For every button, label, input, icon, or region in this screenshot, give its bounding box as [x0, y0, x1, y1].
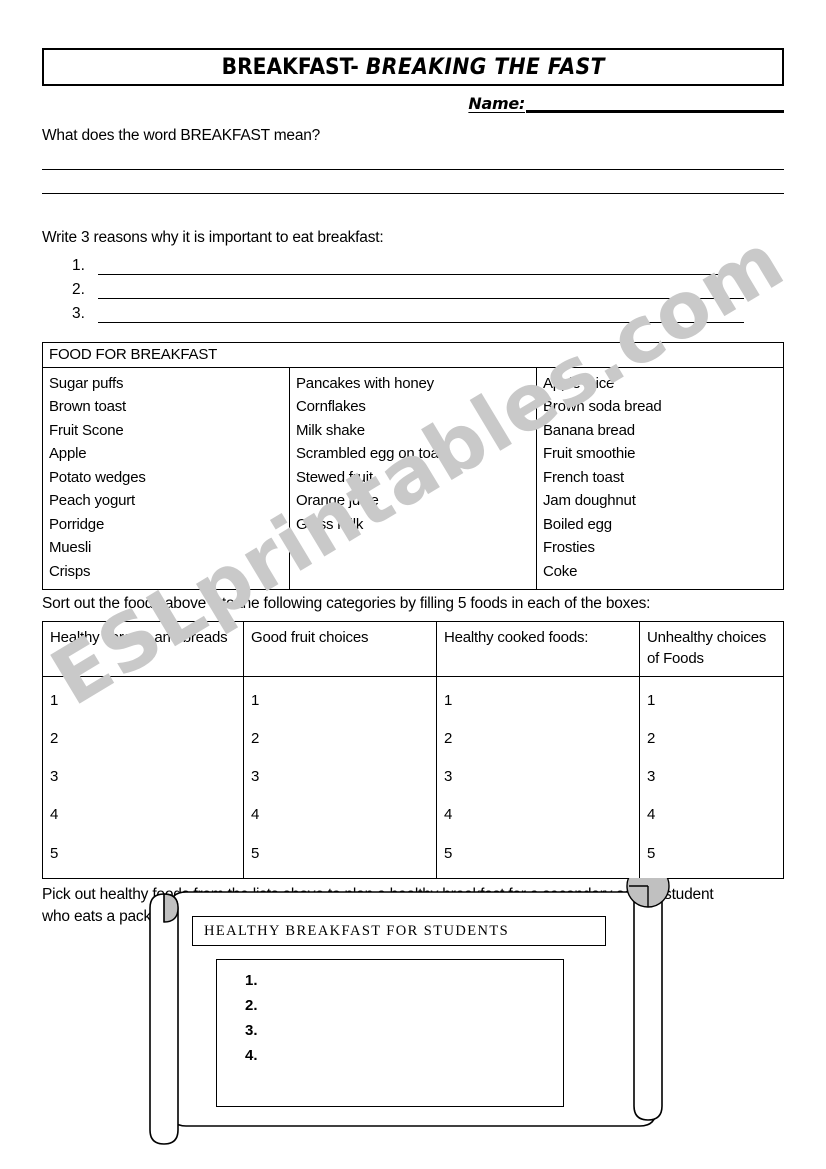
scroll-list-number: 2.: [245, 996, 258, 1014]
question-2-item-2: 2.: [72, 281, 784, 299]
food-item: Stewed fruit: [296, 468, 373, 486]
name-row: Name:: [42, 94, 784, 113]
food-item: Sugar puffs: [49, 374, 124, 392]
question-2-prompt: Write 3 reasons why it is important to e…: [42, 229, 384, 247]
question-2-answer-line-3[interactable]: [98, 308, 744, 323]
sort-row-number: 1: [251, 691, 260, 709]
food-item: Frosties: [543, 539, 595, 557]
sort-cell-healthy-cooked[interactable]: 1 2 3 4 5: [436, 675, 640, 879]
name-input-blank[interactable]: [526, 94, 784, 113]
sort-row-number: 5: [647, 844, 656, 862]
sort-row-number: 5: [50, 844, 59, 862]
sort-row-number: 1: [647, 691, 656, 709]
food-column-2: Pancakes with honey Cornflakes Milk shak…: [289, 366, 537, 591]
food-item: Glass milk: [296, 515, 364, 533]
food-item: Peach yogurt: [49, 492, 135, 510]
food-item: Porridge: [49, 515, 105, 533]
question-1-prompt: What does the word BREAKFAST mean?: [42, 127, 321, 144]
list-number: 2.: [72, 280, 85, 298]
scroll-left-roll-cap: [163, 893, 179, 923]
scroll-title-text: HEALTHY BREAKFAST FOR STUDENTS: [204, 922, 510, 939]
sort-table-header-row: Healthy cereals and breads Good fruit ch…: [42, 620, 784, 677]
list-number: 1.: [72, 256, 85, 274]
food-column-3: Apple juice Brown soda bread Banana brea…: [536, 366, 784, 591]
title-main: BREAKFAST-: [221, 54, 359, 80]
sort-header-healthy-cereals: Healthy cereals and breads: [42, 620, 244, 677]
sort-row-number: 3: [50, 768, 59, 786]
sort-row-number: 4: [251, 806, 260, 824]
sort-row-number: 3: [444, 768, 453, 786]
sort-row-number: 2: [251, 729, 260, 747]
sort-cell-good-fruit[interactable]: 1 2 3 4 5: [243, 675, 437, 879]
question-2-answer-line-1[interactable]: [98, 260, 744, 275]
title-banner: BREAKFAST- BREAKING THE FAST: [42, 48, 784, 86]
food-item: French toast: [543, 468, 624, 486]
question-1-answer-line-1[interactable]: [42, 168, 784, 171]
scroll-title-box: HEALTHY BREAKFAST FOR STUDENTS: [192, 916, 606, 946]
sort-cell-healthy-cereals[interactable]: 1 2 3 4 5: [42, 675, 244, 879]
food-item: Orange juice: [296, 492, 379, 510]
food-item: Pancakes with honey: [296, 374, 434, 392]
food-item: Brown toast: [49, 398, 127, 416]
scroll-list-number: 1.: [245, 972, 258, 989]
food-column-1: Sugar puffs Brown toast Fruit Scone Appl…: [42, 366, 290, 591]
page-title: BREAKFAST- BREAKING THE FAST: [221, 55, 604, 80]
food-item: Fruit Scone: [49, 421, 124, 439]
food-item: Cornflakes: [296, 398, 366, 416]
question-3-prompt: Sort out the foods above into the follow…: [42, 595, 651, 613]
food-item: Fruit smoothie: [543, 445, 636, 463]
food-item: Banana bread: [543, 421, 635, 439]
sort-table-body-row: 1 2 3 4 5 1 2 3 4 5 1 2 3 4 5 1 2 3 4 5: [42, 675, 784, 879]
food-item: Boiled egg: [543, 515, 612, 533]
sort-header-unhealthy: Unhealthy choices of Foods: [639, 620, 784, 677]
food-item: Scrambled egg on toast: [296, 445, 451, 463]
food-item: Muesli: [49, 539, 92, 557]
question-2-item-1: 1.: [72, 257, 784, 275]
sort-row-number: 4: [647, 806, 656, 824]
worksheet-page: BREAKFAST- BREAKING THE FAST Name: What …: [0, 0, 826, 1169]
sort-cell-unhealthy[interactable]: 1 2 3 4 5: [639, 675, 784, 879]
food-item: Brown soda bread: [543, 398, 662, 416]
food-item: Apple: [49, 445, 87, 463]
list-number: 3.: [72, 304, 85, 322]
sort-header-healthy-cooked: Healthy cooked foods:: [436, 620, 640, 677]
sort-row-number: 4: [50, 806, 59, 824]
sort-row-number: 3: [251, 768, 260, 786]
food-item: Coke: [543, 562, 578, 580]
question-1-answer-line-2[interactable]: [42, 192, 784, 195]
food-table-body-row: Sugar puffs Brown toast Fruit Scone Appl…: [42, 366, 784, 591]
sort-row-number: 2: [444, 729, 453, 747]
sort-row-number: 2: [647, 729, 656, 747]
sort-row-number: 5: [251, 844, 260, 862]
sort-row-number: 1: [444, 691, 453, 709]
worksheet-content: BREAKFAST- BREAKING THE FAST Name: What …: [42, 48, 784, 929]
healthy-breakfast-scroll: HEALTHY BREAKFAST FOR STUDENTS 1. 2. 3. …: [140, 878, 670, 1156]
question-2-answer-line-2[interactable]: [98, 284, 744, 299]
food-table-header-row: FOOD FOR BREAKFAST: [42, 341, 784, 368]
food-item: Apple juice: [543, 374, 615, 392]
food-table-heading: FOOD FOR BREAKFAST: [42, 341, 784, 368]
sort-row-number: 5: [444, 844, 453, 862]
food-item: Jam doughnut: [543, 492, 636, 510]
scroll-right-roll: [633, 878, 663, 1121]
name-label: Name:: [468, 94, 525, 113]
scroll-answer-box[interactable]: 1. 2. 3. 4.: [216, 959, 564, 1107]
food-item: Crisps: [49, 562, 91, 580]
sort-row-number: 4: [444, 806, 453, 824]
sort-row-number: 2: [50, 729, 59, 747]
sort-header-good-fruit: Good fruit choices: [243, 620, 437, 677]
sort-row-number: 1: [50, 691, 59, 709]
food-item: Potato wedges: [49, 468, 146, 486]
scroll-list-number: 3.: [245, 1021, 258, 1039]
food-for-breakfast-table: FOOD FOR BREAKFAST Sugar puffs Brown toa…: [42, 341, 784, 591]
sort-row-number: 3: [647, 768, 656, 786]
sort-categories-table: Healthy cereals and breads Good fruit ch…: [42, 620, 784, 879]
scroll-left-roll: [149, 893, 179, 1145]
title-emphasis: BREAKING THE FAST: [365, 54, 605, 80]
question-2-item-3: 3.: [72, 305, 784, 323]
food-item: Milk shake: [296, 421, 365, 439]
scroll-list-number: 4.: [245, 1046, 258, 1064]
